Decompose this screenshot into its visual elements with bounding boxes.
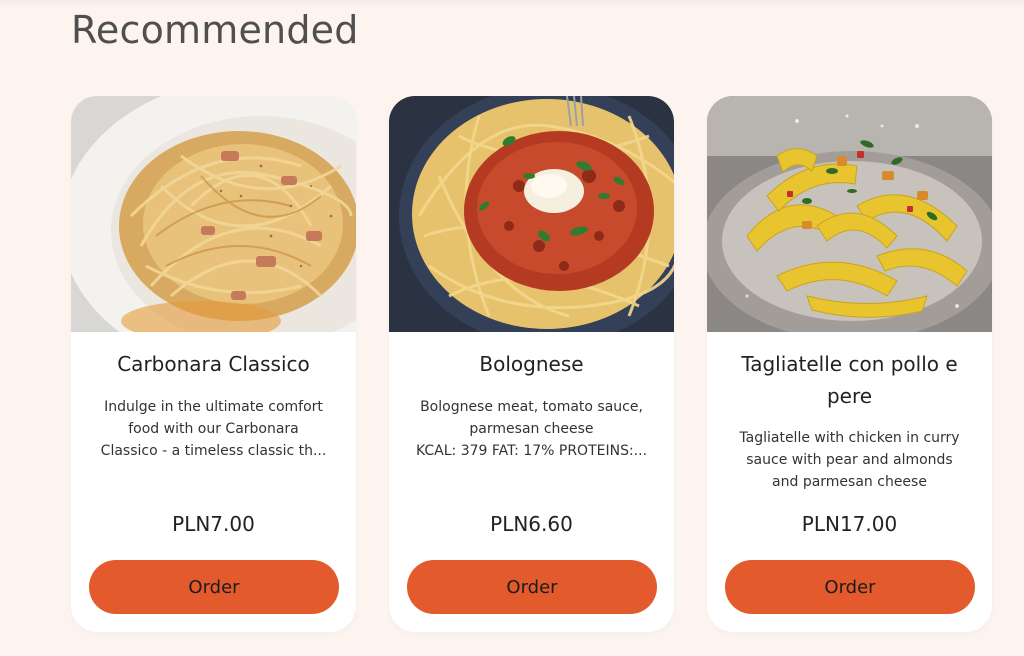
dish-name: Tagliatelle con pollo e pere bbox=[741, 352, 958, 408]
dish-name: Bolognese bbox=[479, 352, 584, 376]
tagliatelle-photo bbox=[707, 96, 992, 332]
dish-price: PLN17.00 bbox=[801, 512, 898, 536]
dish-description: Indulge in the ultimate comfort food wit… bbox=[100, 399, 327, 459]
menu-card-tagliatelle[interactable]: Tagliatelle con pollo e pere Tagliatelle… bbox=[707, 96, 992, 632]
order-button[interactable]: Order bbox=[725, 560, 975, 614]
dish-price: PLN6.60 bbox=[490, 512, 573, 536]
order-button[interactable]: Order bbox=[407, 560, 657, 614]
carbonara-photo bbox=[71, 96, 356, 332]
order-button[interactable]: Order bbox=[89, 560, 339, 614]
section-title: Recommended bbox=[71, 8, 359, 52]
dish-name: Carbonara Classico bbox=[117, 352, 310, 376]
menu-card-bolognese[interactable]: Bolognese Bolognese meat, tomato sauce, … bbox=[389, 96, 674, 632]
dish-description: Tagliatelle with chicken in curry sauce … bbox=[739, 430, 960, 490]
card-body: Tagliatelle con pollo e pere Tagliatelle… bbox=[707, 332, 992, 632]
header-shadow bbox=[0, 0, 1024, 8]
dish-description: Bolognese meat, tomato sauce, parmesan c… bbox=[415, 399, 648, 459]
bolognese-photo bbox=[389, 96, 674, 332]
menu-card-carbonara[interactable]: Carbonara Classico Indulge in the ultima… bbox=[71, 96, 356, 632]
card-body: Bolognese Bolognese meat, tomato sauce, … bbox=[389, 332, 674, 632]
dish-price: PLN7.00 bbox=[172, 512, 255, 536]
card-body: Carbonara Classico Indulge in the ultima… bbox=[71, 332, 356, 632]
recommended-list: Carbonara Classico Indulge in the ultima… bbox=[71, 96, 992, 632]
